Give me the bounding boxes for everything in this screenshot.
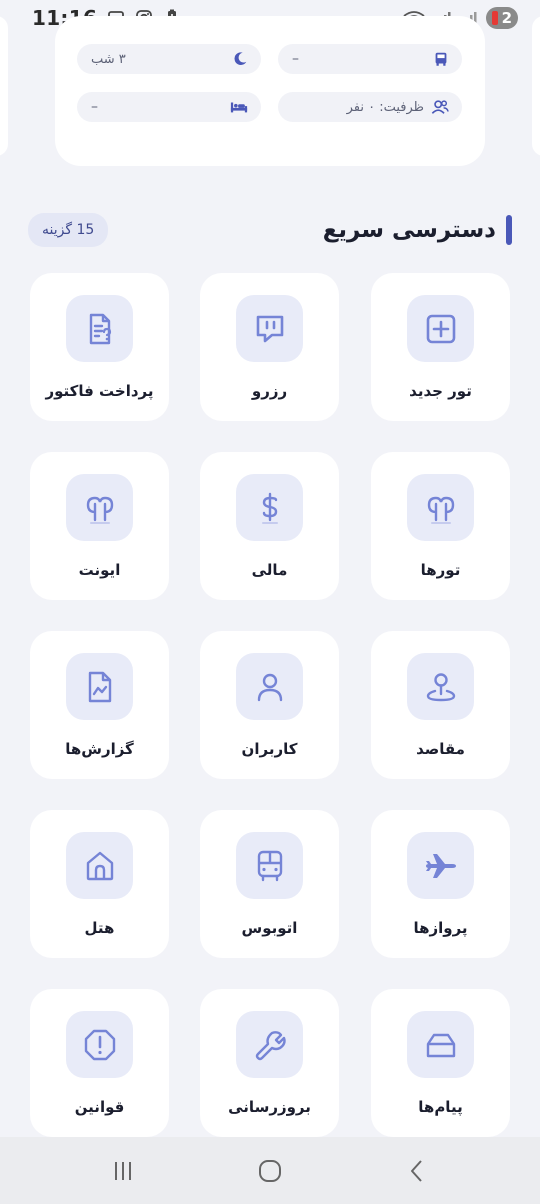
invoice-icon (89, 313, 111, 344)
tile-rules[interactable]: قوانین (30, 989, 169, 1137)
tour-info-card[interactable]: – ۳ شب ظرفیت: ۰ نفر – (55, 16, 485, 166)
capacity-pill: ظرفیت: ۰ نفر (278, 92, 462, 122)
bus-icon (435, 52, 447, 66)
tile-icon-box (236, 474, 303, 541)
mailbox-icon (426, 1033, 455, 1057)
battery-level: 2 (501, 9, 512, 27)
tile-reservation[interactable]: رزرو (200, 273, 339, 421)
tile-icon-box (407, 653, 474, 720)
tile-pay-invoice[interactable]: پرداخت فاکتور (30, 273, 169, 421)
tile-bus[interactable]: اتوبوس (200, 810, 339, 958)
tile-tours[interactable]: تورها (371, 452, 510, 600)
tile-label: ایونت (78, 561, 121, 579)
tile-icon-box (407, 832, 474, 899)
tile-icon-box (236, 653, 303, 720)
nights-pill: ۳ شب (77, 44, 261, 74)
users-icon (431, 100, 449, 114)
section-title: دسترسی سریع (322, 217, 496, 243)
home-circle-icon (258, 1159, 281, 1182)
tile-icon-box (407, 1011, 474, 1078)
home-icon (86, 851, 113, 880)
options-count-badge: 15 گزینه (28, 213, 109, 247)
tile-label: گزارش‌ها (65, 740, 134, 758)
wrench-icon (255, 1030, 286, 1060)
accommodation-pill: – (77, 92, 261, 122)
map-pin-icon (426, 672, 455, 701)
tile-label: پروازها (413, 919, 468, 937)
tile-users[interactable]: کاربران (200, 631, 339, 779)
tile-event[interactable]: ایونت (30, 452, 169, 600)
tile-icon-box (66, 832, 133, 899)
dollar-icon (261, 492, 278, 524)
tile-flights[interactable]: پروازها (371, 810, 510, 958)
accommodation-value: – (91, 99, 98, 115)
moon-icon (234, 52, 247, 65)
tile-icon-box (66, 474, 133, 541)
transport-value: – (292, 51, 299, 67)
back-icon (410, 1159, 422, 1182)
tile-finance[interactable]: مالی (200, 452, 339, 600)
user-icon (257, 673, 282, 701)
back-button[interactable] (387, 1151, 447, 1191)
tile-label: رزرو (251, 382, 288, 400)
tile-label: هتل (84, 919, 115, 937)
chat-bubble-icon (256, 315, 283, 342)
tile-icon-box (66, 653, 133, 720)
tile-label: تور جدید (409, 382, 472, 400)
recent-apps-icon (115, 1161, 132, 1180)
tile-label: پیام‌ها (418, 1098, 463, 1116)
adjacent-card-right[interactable] (532, 16, 540, 156)
quick-access-header: 15 گزینه دسترسی سریع (28, 212, 512, 248)
tile-hotel[interactable]: هتل (30, 810, 169, 958)
tile-label: قوانین (74, 1098, 125, 1116)
alert-octagon-icon (84, 1029, 115, 1060)
capacity-group: ظرفیت: ۰ نفر (347, 98, 450, 116)
battery-icon: 2 (486, 7, 518, 29)
transport-pill: – (278, 44, 462, 74)
tile-new-tour[interactable]: تور جدید (371, 273, 510, 421)
recent-apps-button[interactable] (93, 1151, 153, 1191)
adjacent-card-left[interactable] (0, 16, 8, 156)
capacity-value: ظرفیت: ۰ نفر (346, 99, 424, 115)
section-title-wrap: دسترسی سریع (323, 215, 512, 245)
trees-icon (427, 496, 454, 524)
title-accent-bar (506, 215, 512, 245)
plus-square-icon (426, 314, 455, 343)
tile-label: بروزرسانی (228, 1098, 311, 1116)
tile-destinations[interactable]: مقاصد (371, 631, 510, 779)
tile-updates[interactable]: بروزرسانی (200, 989, 339, 1137)
system-nav-bar (0, 1137, 540, 1204)
tile-icon-box (236, 832, 303, 899)
nights-value: ۳ شب (91, 51, 126, 67)
tile-icon-box (66, 295, 133, 362)
tile-icon-box (236, 295, 303, 362)
airplane-icon (425, 853, 456, 878)
report-icon (88, 671, 111, 702)
bus-icon (257, 850, 282, 881)
tile-label: پرداخت فاکتور (45, 382, 154, 400)
tile-messages[interactable]: پیام‌ها (371, 989, 510, 1137)
tile-icon-box (66, 1011, 133, 1078)
trees-icon (86, 496, 113, 524)
tile-icon-box (407, 474, 474, 541)
battery-low-indicator (492, 11, 498, 25)
tile-reports[interactable]: گزارش‌ها (30, 631, 169, 779)
bed-icon (230, 102, 248, 113)
tile-label: مالی (251, 561, 288, 579)
tile-label: کاربران (241, 740, 298, 758)
tile-label: مقاصد (416, 740, 465, 758)
tile-label: تورها (420, 561, 461, 579)
tile-icon-box (236, 1011, 303, 1078)
tile-label: اتوبوس (241, 919, 298, 937)
tile-icon-box (407, 295, 474, 362)
home-button[interactable] (240, 1151, 300, 1191)
